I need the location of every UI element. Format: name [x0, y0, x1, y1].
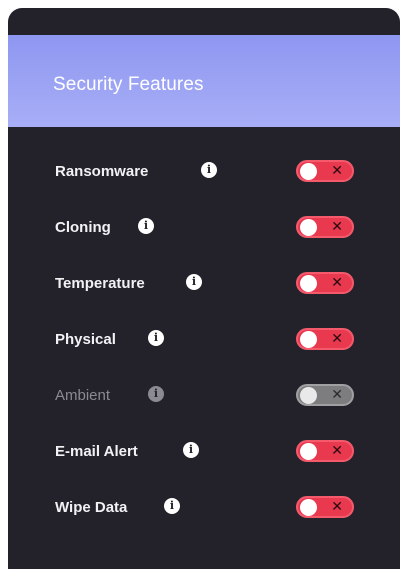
- info-icon[interactable]: i: [148, 330, 164, 346]
- info-icon[interactable]: i: [183, 442, 199, 458]
- cloning-toggle[interactable]: ✕: [296, 216, 354, 238]
- feature-label: Ambient: [55, 387, 111, 404]
- toggle-knob: [300, 499, 317, 516]
- toggle-off-icon: ✕: [331, 499, 343, 515]
- feature-label: E-mail Alert: [55, 443, 138, 460]
- feature-label: Ransomware: [55, 163, 149, 180]
- toggle-off-icon: ✕: [331, 219, 343, 235]
- panel-header: Security Features: [8, 35, 400, 127]
- feature-label: Temperature: [55, 275, 145, 292]
- feature-label: Cloning: [55, 219, 111, 236]
- toggle-knob: [300, 163, 317, 180]
- info-icon[interactable]: i: [164, 498, 180, 514]
- security-features-panel: Security Features Ransomware i ✕ Cloning…: [8, 8, 400, 569]
- toggle-off-icon: ✕: [331, 331, 343, 347]
- toggle-off-icon: ✕: [331, 275, 343, 291]
- info-icon[interactable]: i: [186, 274, 202, 290]
- toggle-off-icon: ✕: [331, 163, 343, 179]
- toggle-knob: [300, 219, 317, 236]
- toggle-off-icon: ✕: [331, 387, 343, 403]
- feature-row-wipe-data: Wipe Data i ✕: [8, 489, 400, 529]
- toggle-off-icon: ✕: [331, 443, 343, 459]
- feature-label: Physical: [55, 331, 116, 348]
- feature-row-email-alert: E-mail Alert i ✕: [8, 433, 400, 473]
- ransomware-toggle[interactable]: ✕: [296, 160, 354, 182]
- email-alert-toggle[interactable]: ✕: [296, 440, 354, 462]
- feature-row-ransomware: Ransomware i ✕: [8, 153, 400, 193]
- toggle-knob: [300, 275, 317, 292]
- feature-row-ambient: Ambient i ✕: [8, 377, 400, 417]
- toggle-knob: [300, 443, 317, 460]
- wipe-data-toggle[interactable]: ✕: [296, 496, 354, 518]
- toggle-knob: [300, 331, 317, 348]
- feature-row-temperature: Temperature i ✕: [8, 265, 400, 305]
- feature-row-cloning: Cloning i ✕: [8, 209, 400, 249]
- info-icon: i: [148, 386, 164, 402]
- physical-toggle[interactable]: ✕: [296, 328, 354, 350]
- info-icon[interactable]: i: [201, 162, 217, 178]
- info-icon[interactable]: i: [138, 218, 154, 234]
- panel-title: Security Features: [53, 74, 204, 95]
- feature-label: Wipe Data: [55, 499, 128, 516]
- ambient-toggle[interactable]: ✕: [296, 384, 354, 406]
- feature-row-physical: Physical i ✕: [8, 321, 400, 361]
- toggle-knob: [300, 387, 317, 404]
- temperature-toggle[interactable]: ✕: [296, 272, 354, 294]
